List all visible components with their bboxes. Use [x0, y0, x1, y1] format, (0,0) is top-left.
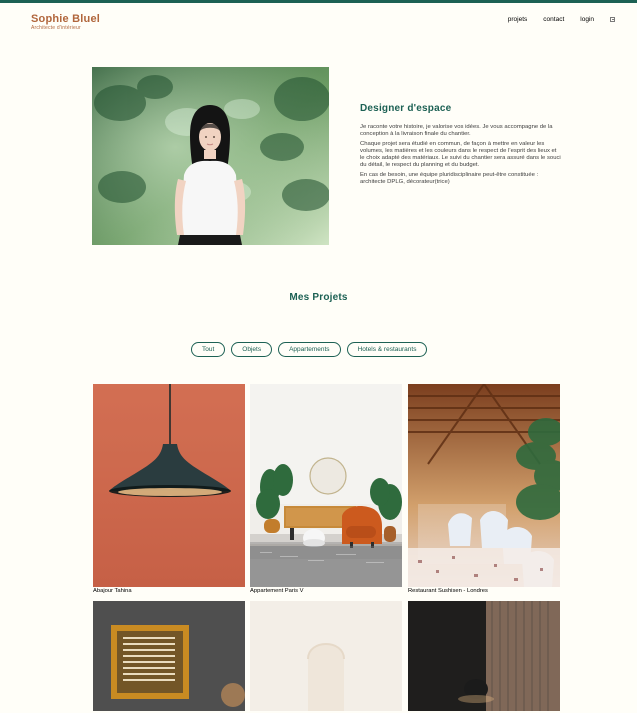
- project-card[interactable]: Restaurant Sushisen - Londres: [408, 384, 560, 595]
- project-filters: Tout Objets Appartements Hotels & restau…: [191, 342, 428, 357]
- intro-title: Designer d'espace: [360, 103, 452, 114]
- project-image: [250, 601, 402, 711]
- intro-text-block: Designer d'espace Je raconte votre histo…: [360, 103, 562, 189]
- project-card[interactable]: [250, 601, 402, 713]
- intro-paragraph: Chaque projet sera étudié en commun, de …: [360, 141, 561, 168]
- project-image: [408, 384, 560, 587]
- project-card[interactable]: Abajour Tahina: [93, 384, 245, 595]
- introduction-section: Designer d'espace Je raconte votre histo…: [92, 67, 562, 245]
- project-image: [408, 601, 560, 711]
- site-header: Sophie Bluel Architecte d'intérieur proj…: [0, 3, 637, 39]
- project-image: [93, 384, 245, 587]
- portrait-photo: [92, 67, 329, 245]
- nav-item-login[interactable]: login: [580, 16, 594, 23]
- project-caption: Abajour Tahina: [93, 588, 132, 594]
- nav-item-contact[interactable]: contact: [543, 16, 564, 23]
- intro-paragraph: Je raconte votre histoire, je valorise v…: [360, 124, 553, 137]
- project-card[interactable]: Appartement Paris V: [250, 384, 402, 595]
- intro-paragraph: En cas de besoin, une équipe pluridiscip…: [360, 172, 539, 185]
- projects-title: Mes Projets: [289, 292, 348, 303]
- project-caption: Appartement Paris V: [250, 588, 304, 594]
- filter-tout[interactable]: Tout: [191, 342, 226, 357]
- project-card[interactable]: [93, 601, 245, 713]
- instagram-icon[interactable]: [610, 17, 615, 22]
- project-image: [93, 601, 245, 711]
- filter-appartements[interactable]: Appartements: [278, 342, 341, 357]
- nav-item-projets[interactable]: projets: [508, 16, 528, 23]
- brand-name: Sophie Bluel: [31, 13, 101, 25]
- project-image: [250, 384, 402, 587]
- filter-objets[interactable]: Objets: [231, 342, 273, 357]
- main-nav: projets contact login: [508, 16, 615, 23]
- project-card[interactable]: [408, 601, 560, 713]
- brand-logo[interactable]: Sophie Bluel Architecte d'intérieur: [31, 14, 100, 31]
- filter-hotels-restaurants[interactable]: Hotels & restaurants: [346, 342, 428, 357]
- portrait-illustration: [92, 67, 329, 245]
- brand-subtitle: Architecte d'intérieur: [31, 25, 81, 31]
- project-caption: Restaurant Sushisen - Londres: [408, 588, 488, 594]
